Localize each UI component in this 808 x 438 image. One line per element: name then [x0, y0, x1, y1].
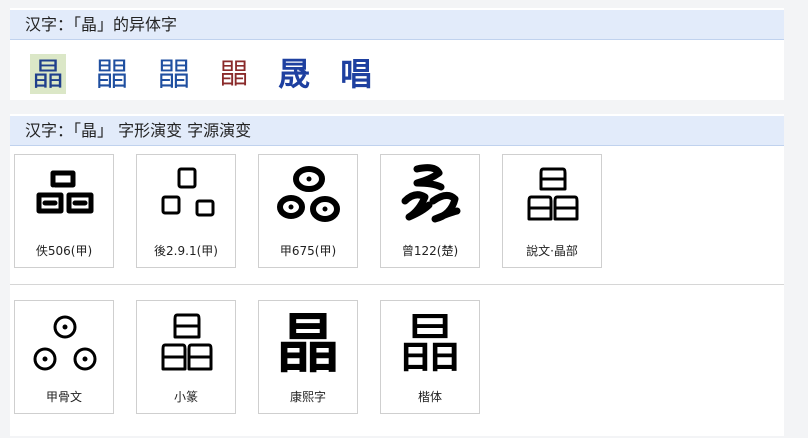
variant-char[interactable]: 𣊫: [96, 54, 128, 94]
glyph-evolution-header: 汉字：「晶」 字形演变 字源演变: [10, 116, 784, 146]
kaiti-glyph: 晶: [398, 308, 462, 382]
variant-char[interactable]: 晶: [30, 54, 67, 94]
glyph-caption: 楷体: [417, 390, 442, 404]
glyph-card[interactable]: 佚506(甲): [14, 154, 114, 268]
glyph-caption: 小篆: [173, 390, 198, 404]
oracle-bone-glyph-icon: [161, 167, 215, 217]
oracle-bone-glyph-icon: [36, 170, 94, 214]
chu-script-glyph-icon: [401, 164, 461, 223]
glyph-card[interactable]: 後2.9.1(甲): [136, 154, 236, 268]
glyph-caption: 佚506(甲): [35, 244, 93, 258]
glyph-caption: 後2.9.1(甲): [154, 244, 218, 258]
variant-chars-row: 晶 𣊫 𣊫 𣊫 晟 唱: [30, 52, 402, 96]
glyph-card[interactable]: 晶 康熙字: [258, 300, 358, 414]
glyph-caption: 說文·晶部: [526, 244, 578, 258]
glyph-card[interactable]: 甲骨文: [14, 300, 114, 414]
kangxi-glyph: 晶: [276, 307, 340, 382]
variant-char[interactable]: 𣊫: [158, 54, 190, 94]
oracle-bone-glyph-icon: [277, 166, 340, 222]
glyph-card[interactable]: 晶 楷体: [380, 300, 480, 414]
glyph-card[interactable]: 說文·晶部: [502, 154, 602, 268]
glyph-caption: 甲骨文: [45, 390, 82, 404]
glyph-caption: 甲675(甲): [279, 244, 337, 258]
glyph-card[interactable]: 小篆: [136, 300, 236, 414]
shuowen-glyph-icon: [527, 167, 579, 221]
variant-forms-panel: 汉字：「晶」的异体字 晶 𣊫 𣊫 𣊫 晟 唱: [10, 8, 784, 100]
oracle-bone-glyph-icon: [33, 315, 97, 371]
variant-forms-header: 汉字：「晶」的异体字: [10, 10, 784, 40]
row-divider: [10, 284, 784, 285]
variant-char[interactable]: 𣊫: [220, 54, 248, 94]
small-seal-glyph-icon: [161, 313, 213, 371]
glyph-caption: 曾122(楚): [401, 244, 459, 258]
glyph-card[interactable]: 曾122(楚): [380, 154, 480, 268]
glyph-evolution-panel: 汉字：「晶」 字形演变 字源演变 佚506(甲) 後2.9.1(甲) 甲675(…: [10, 114, 784, 436]
glyph-caption: 康熙字: [289, 390, 326, 404]
variant-char[interactable]: 晟: [278, 54, 310, 94]
variant-char[interactable]: 唱: [340, 54, 372, 94]
glyph-card[interactable]: 甲675(甲): [258, 154, 358, 268]
